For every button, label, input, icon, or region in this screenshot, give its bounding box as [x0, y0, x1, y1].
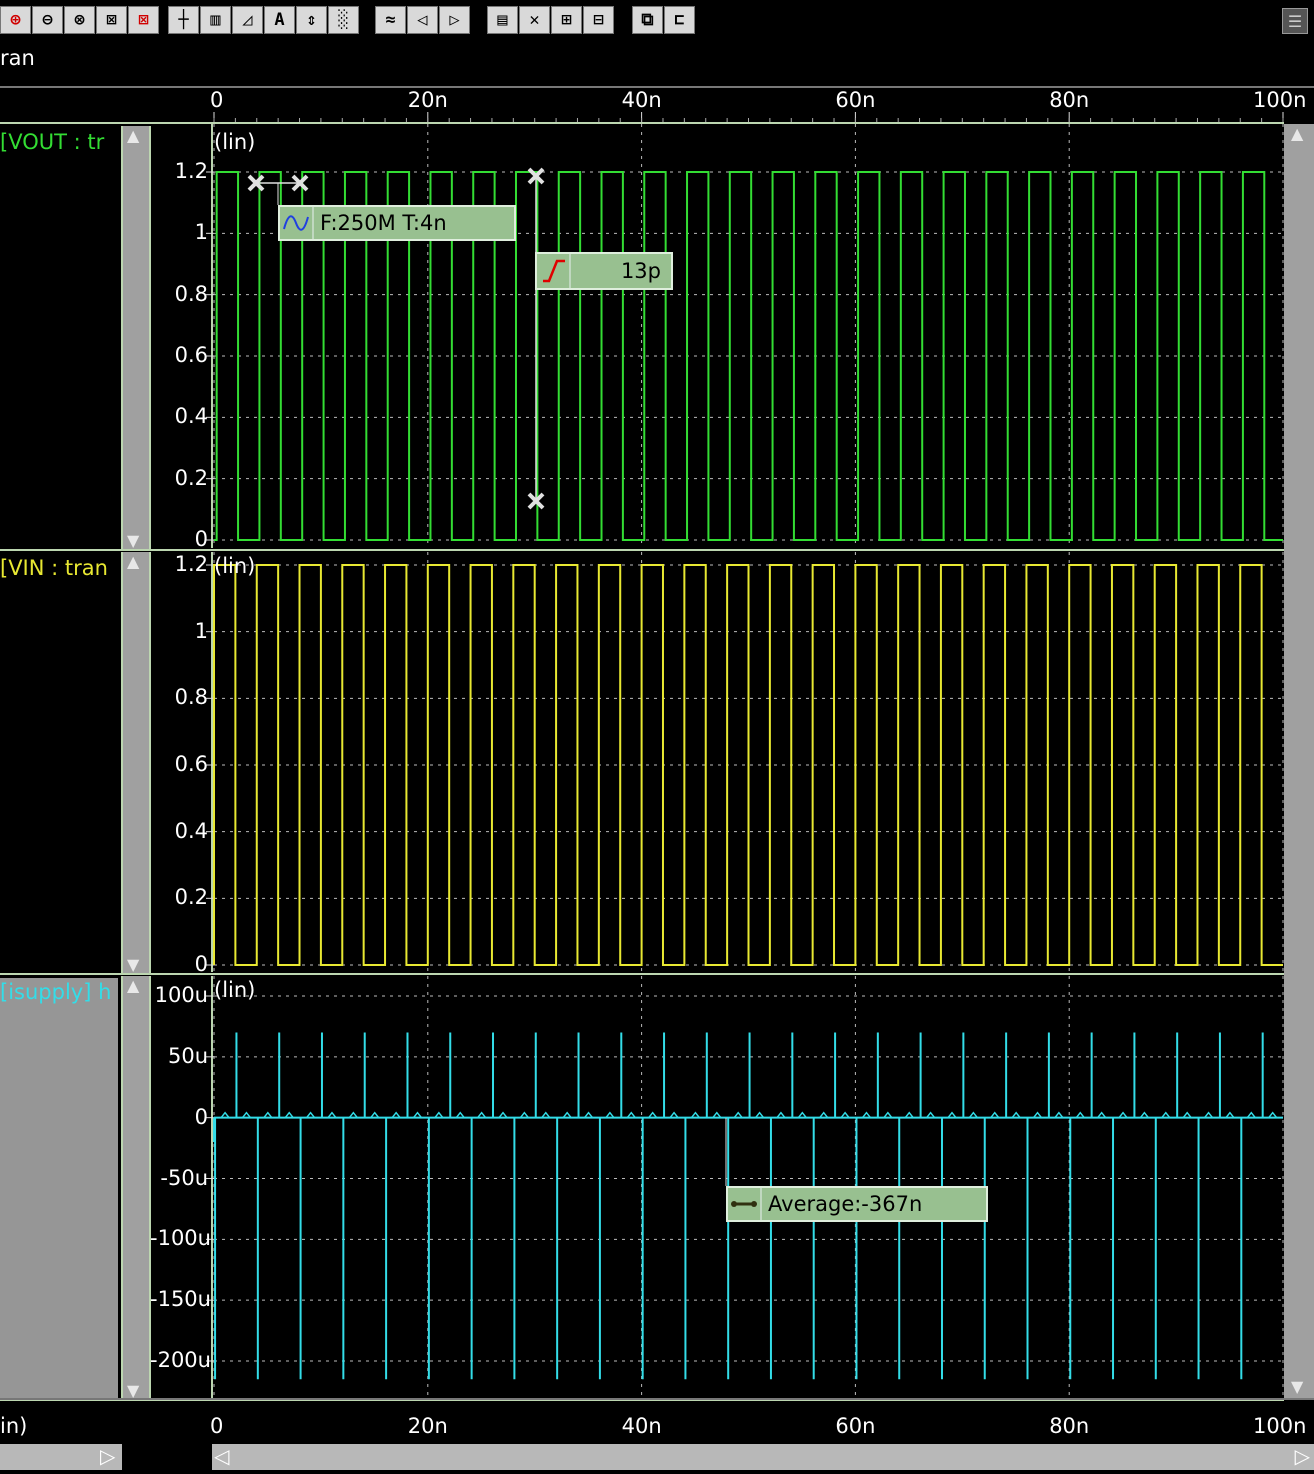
y-tick-label: 50u: [167, 1043, 208, 1068]
scale-label: (lin): [214, 130, 256, 154]
average-line-icon: [728, 1188, 762, 1220]
y-tick-label: 0.4: [174, 404, 208, 429]
time-tick-label: 0: [210, 88, 224, 112]
scale-label: (lin): [214, 554, 256, 578]
risetime-marker[interactable]: 13p: [535, 252, 673, 290]
y-tick-label: -200u: [150, 1348, 211, 1372]
frequency-marker[interactable]: F:250M T:4n: [278, 205, 516, 241]
y-tick-label: 1.2: [174, 552, 208, 576]
y-tick-label: 0: [194, 527, 208, 551]
scale-label: (lin): [214, 978, 256, 1002]
time-tick-label: 80n: [1049, 88, 1090, 112]
time-tick-label: 0: [210, 1414, 224, 1438]
y-tick-label: 1.2: [174, 159, 208, 183]
scroll-right-icon[interactable]: ▷: [100, 1444, 115, 1468]
time-tick-label: 40n: [621, 1414, 662, 1438]
bottom-axis-label: in): [0, 1414, 28, 1438]
y-tick-label: -100u: [150, 1226, 211, 1251]
time-hscroll[interactable]: ◁ ▷: [212, 1444, 1314, 1470]
sine-wave-icon: [280, 207, 314, 239]
time-tick-label: 100n: [1253, 1414, 1307, 1438]
y-tick-label: 0: [194, 1104, 208, 1129]
y-tick-label: 0.2: [174, 465, 208, 490]
average-marker[interactable]: Average:-367n: [726, 1186, 988, 1222]
y-tick-label: 100u: [154, 983, 208, 1007]
frequency-marker-text: F:250M T:4n: [320, 211, 447, 235]
y-tick-label: 0.8: [174, 685, 208, 710]
rise-edge-icon: [537, 254, 571, 288]
y-tick-label: -150u: [150, 1287, 211, 1312]
y-tick-label: 0.6: [174, 343, 208, 367]
time-tick-label: 100n: [1253, 88, 1307, 112]
signal-list-hscroll[interactable]: ▷: [0, 1444, 122, 1470]
time-tick-label: 80n: [1049, 1414, 1090, 1438]
time-tick-label: 20n: [407, 1414, 448, 1438]
risetime-marker-text: 13p: [620, 259, 661, 283]
horizontal-scrollbar[interactable]: ▷ ◁ ▷: [0, 1442, 1314, 1474]
y-tick-label: 0.8: [174, 281, 208, 306]
scroll-left-icon[interactable]: ◁: [214, 1444, 229, 1468]
y-tick-label: 1: [194, 220, 208, 245]
time-tick-label: 60n: [835, 88, 876, 112]
footer-divider: [0, 1398, 1314, 1400]
y-tick-label: -50u: [160, 1165, 208, 1190]
time-tick-label: 20n: [407, 88, 448, 112]
y-tick-label: 0: [194, 952, 208, 976]
y-tick-label: 0.2: [174, 885, 208, 910]
time-tick-label: 40n: [621, 88, 662, 112]
y-tick-label: 0.4: [174, 818, 208, 843]
y-tick-label: 0.6: [174, 752, 208, 776]
time-tick-label: 60n: [835, 1414, 876, 1438]
scroll-right-icon[interactable]: ▷: [1295, 1444, 1310, 1468]
average-marker-text: Average:-367n: [768, 1192, 923, 1216]
y-tick-label: 1: [194, 618, 208, 643]
